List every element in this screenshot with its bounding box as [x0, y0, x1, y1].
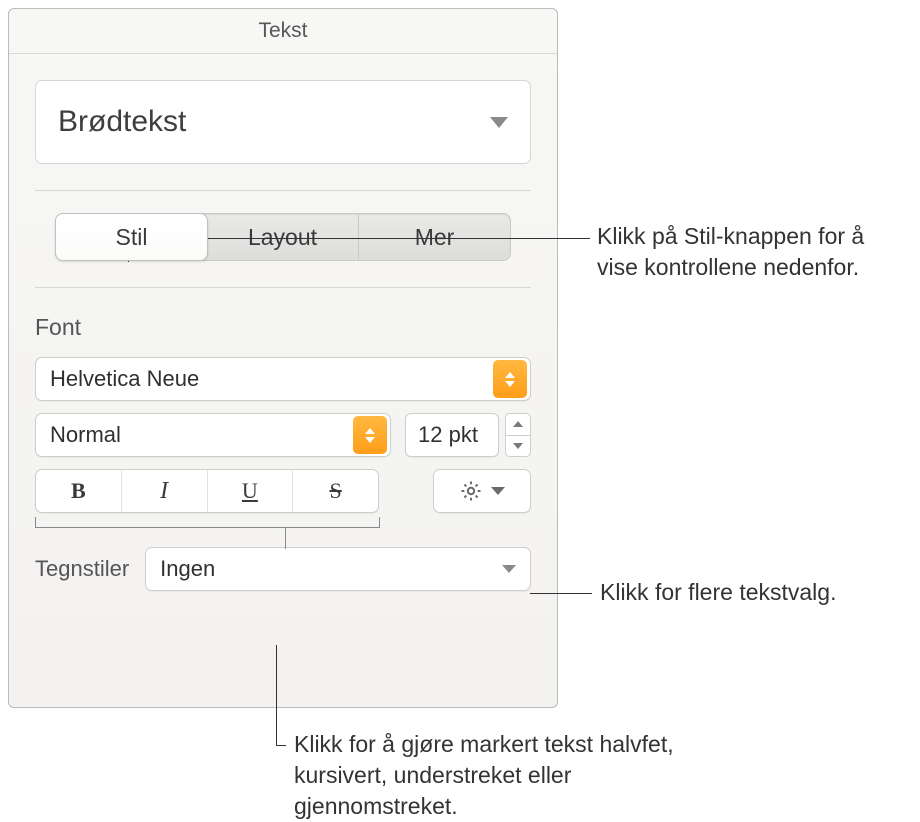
font-family-value: Helvetica Neue [36, 366, 493, 392]
tab-layout-label: Layout [248, 224, 317, 251]
chevron-down-icon [502, 565, 516, 573]
tab-mer-label: Mer [415, 224, 455, 251]
updown-arrows-icon [353, 416, 387, 454]
arrow-up-icon [513, 421, 523, 427]
underline-icon: U [242, 478, 258, 504]
separator [35, 287, 531, 288]
callout-more-options: Klikk for flere tekstvalg. [600, 577, 910, 608]
arrow-down-icon [513, 443, 523, 449]
gear-icon [459, 479, 483, 503]
font-size-value: 12 pkt [418, 422, 478, 448]
callout-leader [530, 593, 592, 594]
strikethrough-button[interactable]: S [293, 470, 378, 512]
chevron-down-icon [490, 117, 508, 128]
text-style-group: B I U S [35, 469, 379, 513]
separator [35, 190, 531, 191]
bracket-decoration [35, 517, 379, 533]
callout-text-style: Klikk for å gjøre markert tekst halvfet,… [294, 729, 694, 822]
panel-title: Tekst [9, 9, 557, 54]
character-styles-label: Tegnstiler [35, 556, 129, 582]
character-styles-value: Ingen [160, 556, 215, 582]
font-weight-select[interactable]: Normal [35, 413, 391, 457]
italic-icon: I [160, 478, 168, 505]
stepper-up-button[interactable] [505, 413, 531, 435]
tab-layout[interactable]: Layout [207, 214, 359, 260]
more-options-button[interactable] [433, 469, 531, 513]
callout-stil-button: Klikk på Stil-knappen for å vise kontrol… [597, 221, 907, 283]
font-size-group: 12 pkt [405, 413, 531, 457]
italic-button[interactable]: I [122, 470, 208, 512]
callout-leader [276, 645, 277, 745]
updown-arrows-icon [493, 360, 527, 398]
font-size-stepper [505, 413, 531, 457]
tab-stil-label: Stil [116, 224, 148, 251]
font-family-select[interactable]: Helvetica Neue [35, 357, 531, 401]
paragraph-style-dropdown[interactable]: Brødtekst [35, 80, 531, 164]
strikethrough-icon: S [330, 478, 342, 504]
stepper-down-button[interactable] [505, 435, 531, 458]
font-section-label: Font [35, 314, 531, 341]
text-inspector-panel: Tekst Brødtekst Stil Layout Mer Font Hel… [8, 8, 558, 708]
underline-button[interactable]: U [208, 470, 294, 512]
callout-leader [276, 745, 286, 746]
paragraph-style-value: Brødtekst [58, 105, 186, 139]
character-styles-select[interactable]: Ingen [145, 547, 531, 591]
font-weight-value: Normal [36, 422, 353, 448]
bold-button[interactable]: B [36, 470, 122, 512]
tabs-segmented-control: Stil Layout Mer [55, 213, 511, 261]
tab-mer[interactable]: Mer [359, 214, 510, 260]
tab-stil[interactable]: Stil [55, 213, 208, 261]
chevron-down-icon [491, 487, 505, 495]
bold-icon: B [71, 478, 86, 504]
font-size-input[interactable]: 12 pkt [405, 413, 499, 457]
